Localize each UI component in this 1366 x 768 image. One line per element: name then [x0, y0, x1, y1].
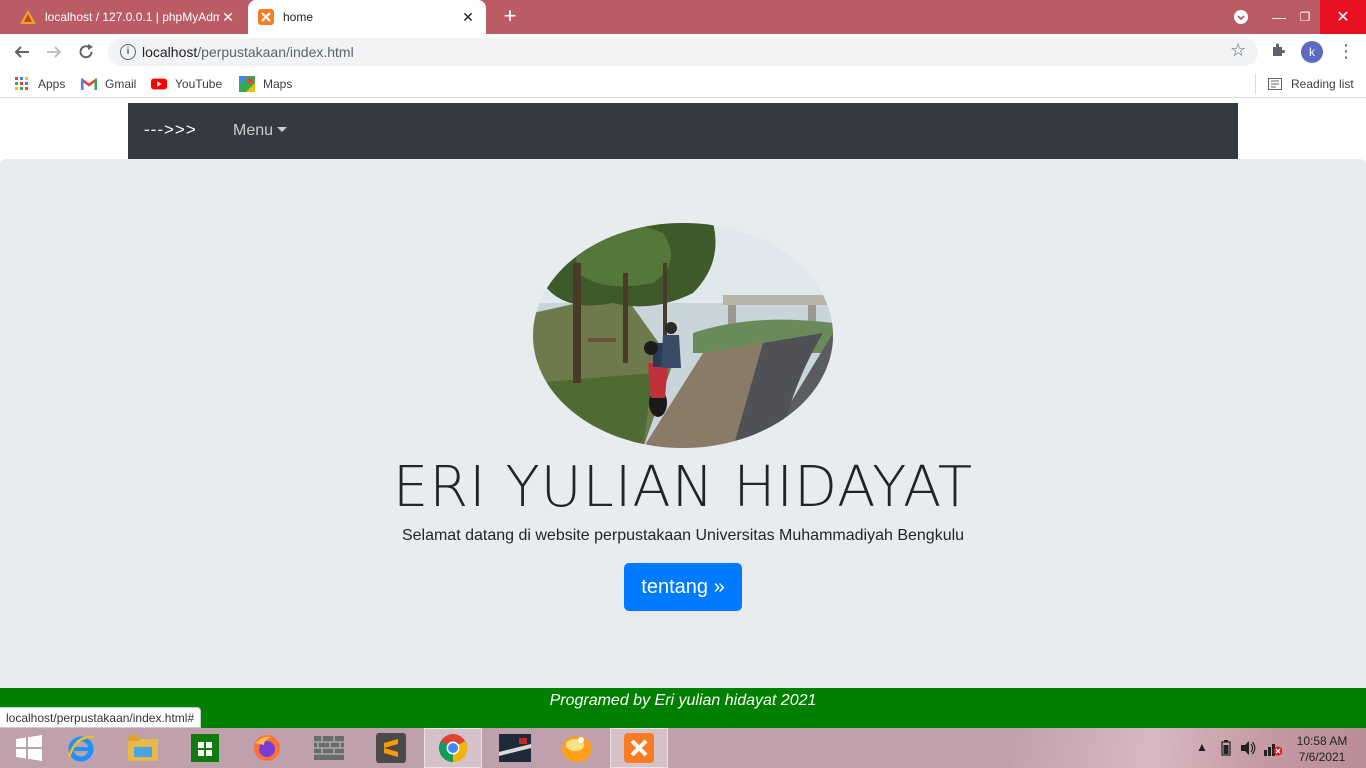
forward-icon[interactable] [40, 38, 68, 66]
brick-app-icon[interactable] [300, 728, 358, 768]
clock-date: 7/6/2021 [1298, 750, 1346, 764]
media-app-icon[interactable] [548, 728, 606, 768]
bookmark-apps[interactable]: Apps [14, 76, 65, 92]
site-navbar: --->>> Menu [128, 103, 1238, 159]
extensions-icon[interactable] [1270, 42, 1286, 63]
tab-strip: localhost / 127.0.0.1 | phpMyAdmin ✕ hom… [0, 0, 1366, 34]
microsoft-store-icon[interactable] [176, 728, 234, 768]
reading-list-button[interactable]: Reading list [1267, 76, 1354, 92]
reload-icon[interactable] [72, 38, 100, 66]
apps-grid-icon [14, 76, 30, 92]
tray-overflow-icon[interactable]: ▲ [1196, 740, 1208, 754]
back-icon[interactable] [8, 38, 36, 66]
windows-start-icon[interactable] [0, 728, 58, 768]
reading-list-icon [1267, 76, 1283, 92]
close-window-icon[interactable]: ✕ [1320, 0, 1366, 34]
menu-kebab-icon[interactable]: ⋮ [1337, 40, 1355, 62]
reading-list-label: Reading list [1291, 77, 1354, 91]
game-app-icon[interactable] [486, 728, 544, 768]
taskbar: ▲ [0, 728, 1366, 768]
bookmark-label: Gmail [105, 77, 137, 91]
profile-avatar[interactable]: k [1301, 41, 1323, 63]
phpmyadmin-icon [20, 9, 36, 25]
menu-dropdown[interactable]: Menu [233, 122, 288, 140]
close-tab-icon[interactable]: ✕ [220, 9, 236, 26]
close-tab-icon[interactable]: ✕ [460, 9, 476, 26]
profile-photo [533, 223, 833, 448]
firefox-icon[interactable] [238, 728, 296, 768]
bookmarks-divider [1255, 74, 1256, 94]
address-url: localhost/perpustakaan/index.html [142, 44, 354, 60]
menu-label: Menu [233, 122, 274, 139]
bookmark-youtube[interactable]: YouTube [151, 76, 222, 92]
caret-down-icon [277, 127, 288, 132]
bookmark-label: Apps [38, 77, 66, 91]
navbar-brand[interactable]: --->>> [144, 120, 197, 140]
hero-section: ERI YULIAN HIDAYAT Selamat datang di web… [0, 159, 1366, 688]
maps-icon [239, 76, 255, 92]
taskbar-clock[interactable]: 10:58 AM 7/6/2021 [1290, 733, 1354, 765]
tentang-button[interactable]: tentang » [624, 563, 742, 611]
tab-phpmyadmin[interactable]: localhost / 127.0.0.1 | phpMyAdmin ✕ [10, 0, 246, 34]
sublime-text-icon[interactable] [362, 728, 420, 768]
hero-lead: Selamat datang di website perpustakaan U… [401, 527, 965, 544]
xampp-icon [258, 9, 274, 25]
tab-home[interactable]: home ✕ [248, 0, 486, 34]
tab-title: home [283, 10, 314, 24]
restore-icon[interactable]: ❐ [1290, 0, 1320, 34]
battery-icon[interactable] [1221, 740, 1231, 759]
bookmark-label: Maps [263, 77, 293, 91]
tab-search-icon[interactable] [1228, 0, 1254, 34]
volume-icon[interactable] [1240, 740, 1256, 759]
youtube-icon [151, 76, 167, 92]
page-viewport: --->>> Menu ERI YULIAN HIDAYAT Selamat d… [0, 103, 1366, 728]
site-footer: Programed by Eri yulian hidayat 2021 [0, 688, 1366, 728]
bookmark-star-icon[interactable]: ☆ [1230, 40, 1246, 61]
bookmark-label: YouTube [175, 77, 223, 91]
clock-time: 10:58 AM [1296, 734, 1348, 748]
gmail-icon [81, 76, 97, 92]
bookmark-maps[interactable]: Maps [239, 76, 292, 92]
address-bar[interactable]: i localhost/perpustakaan/index.html [108, 38, 1258, 66]
chrome-icon[interactable] [424, 728, 482, 768]
new-tab-button[interactable]: + [498, 5, 522, 29]
site-info-icon[interactable]: i [120, 44, 136, 60]
tab-title: localhost / 127.0.0.1 | phpMyAdmin [45, 10, 220, 24]
link-status-bubble: localhost/perpustakaan/index.html# [0, 707, 202, 728]
bookmark-gmail[interactable]: Gmail [81, 76, 136, 92]
network-disconnected-icon[interactable] [1264, 740, 1283, 759]
xampp-taskbar-icon[interactable] [610, 728, 668, 768]
hero-title: ERI YULIAN HIDAYAT [392, 455, 974, 520]
file-explorer-icon[interactable] [114, 728, 172, 768]
internet-explorer-icon[interactable] [52, 728, 110, 768]
